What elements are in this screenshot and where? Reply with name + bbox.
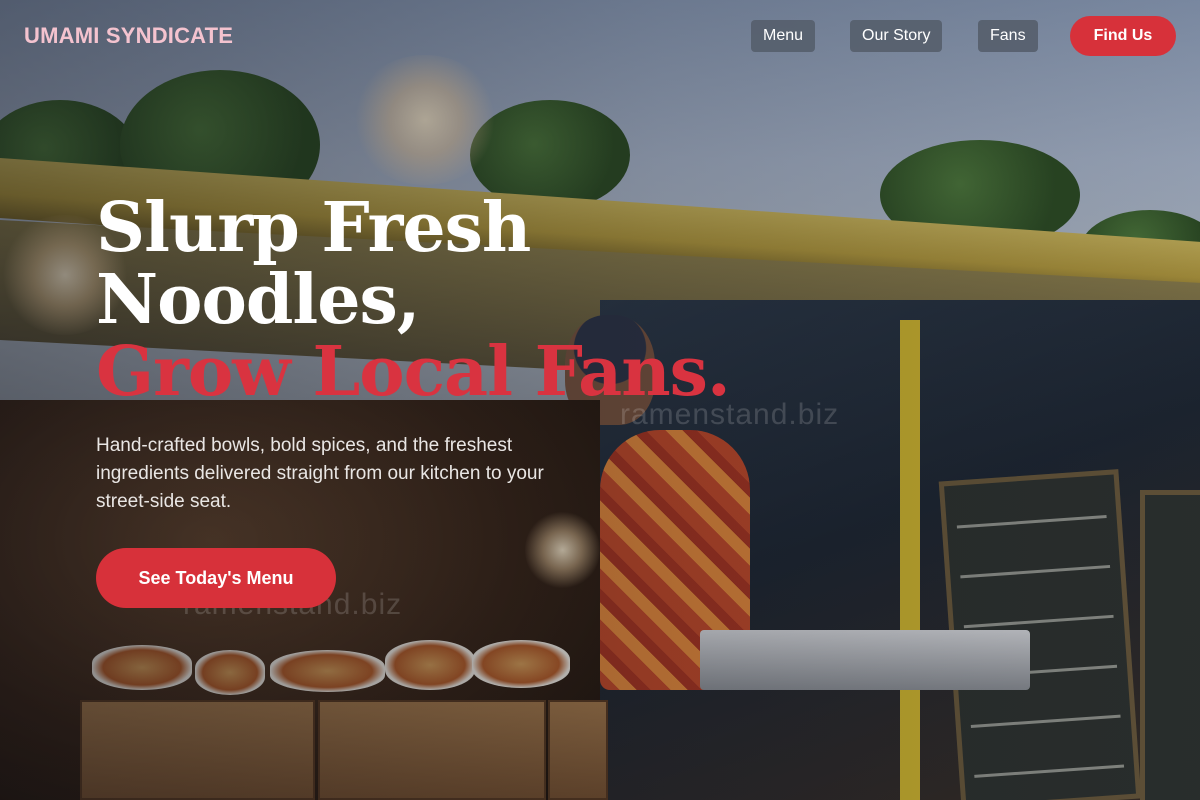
see-menu-button[interactable]: See Today's Menu [96, 548, 336, 608]
hero-title: Slurp Fresh Noodles, Grow Local Fans. [96, 188, 731, 412]
nav-link-fans[interactable]: Fans [978, 20, 1038, 52]
find-us-button[interactable]: Find Us [1070, 16, 1176, 56]
hero-title-line-2: Noodles, [96, 260, 420, 340]
nav-link-our-story[interactable]: Our Story [850, 20, 943, 52]
brand-logo[interactable]: UMAMI SYNDICATE [24, 23, 233, 49]
nav-link-menu[interactable]: Menu [751, 20, 816, 52]
hero-title-line-1: Slurp Fresh [96, 188, 531, 268]
hero-subtitle: Hand-crafted bowls, bold spices, and the… [96, 435, 544, 512]
hero-title-accent: Grow Local Fans. [96, 332, 731, 412]
